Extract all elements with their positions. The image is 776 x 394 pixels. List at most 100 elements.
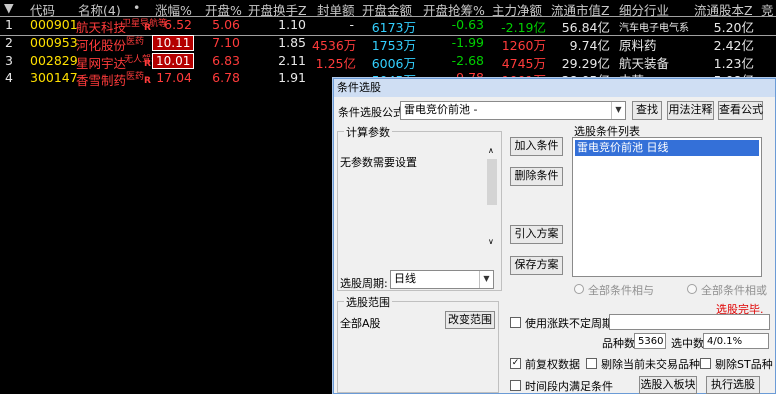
change-range-button[interactable]: 改变范围 <box>445 311 495 329</box>
open-pct: 5.06 <box>212 17 240 32</box>
formula-value: 雷电竞价前池 - <box>404 103 478 116</box>
float-cap: 9.74亿 <box>569 38 610 53</box>
period-label: 选股周期: <box>340 277 388 290</box>
fq-label: 前复权数据 <box>525 358 580 371</box>
open-turnover: 1.85 <box>278 35 306 50</box>
period-satisfy-checkbox[interactable] <box>510 380 521 391</box>
period-select[interactable]: 日线 ▼ <box>390 270 494 289</box>
sort-arrow-icon[interactable]: ▼ <box>4 0 14 15</box>
uncertain-period-checkbox[interactable] <box>510 317 521 328</box>
to-board-button[interactable]: 选股入板块 <box>639 376 697 394</box>
row-index: 1 <box>5 17 13 32</box>
condition-select-dialog: 条件选股 条件选股公式 雷电竞价前池 - ▼ 查找 用法注释 查看公式 计算参数… <box>333 78 776 394</box>
stock-name: 香雪制药 <box>76 73 127 88</box>
calc-params-title: 计算参数 <box>344 124 392 140</box>
del-untraded-checkbox[interactable] <box>586 358 597 369</box>
concept-tag: 医药 <box>126 72 145 82</box>
calc-params-group: 计算参数 无参数需要设置 ∧ ∨ 选股周期: 日线 ▼ <box>337 124 502 291</box>
float-shares: 2.42亿 <box>713 38 754 53</box>
chevron-up-icon[interactable]: ∧ <box>488 146 494 155</box>
open-turnover: 1.91 <box>278 70 306 85</box>
r-badge: R <box>144 23 151 33</box>
open-pct: 7.10 <box>212 35 240 50</box>
seal-amount: - <box>349 17 354 32</box>
save-scheme-button[interactable]: 保存方案 <box>510 256 563 275</box>
and-radio[interactable] <box>574 284 584 294</box>
change-pct: 6.52 <box>164 17 192 32</box>
net-amount: 1260万 <box>501 38 546 53</box>
change-pct: 10.11 <box>152 35 195 51</box>
uncertain-period-label: 使用涨跌不定周期 <box>525 317 613 330</box>
industry: 原料药 <box>619 38 657 53</box>
selected-value: 4/0.1% <box>707 336 743 347</box>
chevron-down-icon[interactable]: ▼ <box>479 271 493 288</box>
uncertain-period-input[interactable] <box>609 314 770 330</box>
count-value-box: 5360 <box>634 333 666 349</box>
table-row[interactable]: 2 000953 河化股份 医药 10.11 7.10 1.85 4536万 1… <box>0 35 776 53</box>
and-label: 全部条件相与 <box>588 284 654 297</box>
selected-value-box: 4/0.1% <box>703 333 769 349</box>
add-condition-button[interactable]: 加入条件 <box>510 137 563 156</box>
formula-label: 条件选股公式 <box>338 106 404 119</box>
execute-button[interactable]: 执行选股 <box>706 376 760 394</box>
condition-list-item[interactable]: 雷电竞价前池 日线 <box>575 140 759 156</box>
count-label: 品种数 <box>602 337 635 350</box>
stock-name: 河化股份 <box>76 38 127 53</box>
table-row[interactable]: 1 000901 航天科技 卫星导航等 R 6.52 5.06 1.10 - 6… <box>0 16 776 36</box>
open-grab: -1.99 <box>451 35 484 50</box>
row-index: 2 <box>5 35 13 50</box>
stock-code: 000901 <box>30 17 78 32</box>
del-st-checkbox[interactable] <box>700 358 711 369</box>
row-index: 4 <box>5 70 13 85</box>
view-formula-button[interactable]: 查看公式 <box>718 101 763 120</box>
scroll-thumb[interactable] <box>487 159 497 205</box>
industry: 汽车电子电气系 <box>619 23 689 34</box>
open-grab: -2.68 <box>451 53 484 68</box>
open-amount: 1753万 <box>371 38 416 53</box>
col-dot[interactable]: • <box>133 0 140 15</box>
stock-code: 002829 <box>30 53 78 68</box>
r-badge: R <box>144 76 151 86</box>
chevron-down-icon[interactable]: ∨ <box>488 237 494 246</box>
fq-checkbox[interactable]: ✓ <box>510 358 521 369</box>
import-scheme-button[interactable]: 引入方案 <box>510 225 563 244</box>
open-amount: 6173万 <box>371 20 416 35</box>
delete-condition-button[interactable]: 删除条件 <box>510 167 563 186</box>
float-cap: 56.84亿 <box>561 20 610 35</box>
range-group: 选股范围 全部A股 改变范围 <box>337 294 499 393</box>
chevron-down-icon[interactable]: ▼ <box>611 102 625 119</box>
range-value: 全部A股 <box>340 317 381 330</box>
stock-name: 航天科技 <box>76 20 127 35</box>
table-row[interactable]: 3 002829 星网宇达 无人驾驶 R 10.01 6.83 2.11 1.2… <box>0 53 776 71</box>
stock-code: 300147 <box>30 70 78 85</box>
del-st-label: 剔除ST品种 <box>715 358 773 371</box>
open-pct: 6.83 <box>212 53 240 68</box>
formula-combo[interactable]: 雷电竞价前池 - ▼ <box>400 101 626 120</box>
range-title: 选股范围 <box>344 294 392 310</box>
find-button[interactable]: 查找 <box>632 101 662 120</box>
open-turnover: 1.10 <box>278 17 306 32</box>
selected-label: 选中数 <box>671 337 704 350</box>
change-pct: 17.04 <box>156 70 192 85</box>
seal-amount: 4536万 <box>312 38 357 53</box>
change-pct: 10.01 <box>152 53 195 69</box>
r-badge: R <box>144 59 151 69</box>
open-turnover: 2.11 <box>278 53 306 68</box>
or-label: 全部条件相或 <box>701 284 767 297</box>
condition-list[interactable]: 雷电竞价前池 日线 <box>572 137 762 277</box>
row-index: 3 <box>5 53 13 68</box>
table-header: ▼ 代码 名称(4) • 涨幅% 开盘% 开盘换手Z 封单额 开盘金额 开盘抢筹… <box>0 0 776 18</box>
concept-tag: 医药 <box>126 37 145 47</box>
count-value: 5360 <box>638 336 664 347</box>
del-untraded-label: 剔除当前未交易品种 <box>601 358 700 371</box>
net-amount: -2.19亿 <box>501 20 546 35</box>
open-grab: -0.63 <box>451 17 484 32</box>
params-scrollbar[interactable]: ∧ ∨ <box>486 146 498 246</box>
float-shares: 5.20亿 <box>713 20 754 35</box>
usage-note-button[interactable]: 用法注释 <box>667 101 714 120</box>
stock-code: 000953 <box>30 35 78 50</box>
or-radio[interactable] <box>687 284 697 294</box>
period-value: 日线 <box>394 272 416 285</box>
dialog-title[interactable]: 条件选股 <box>334 79 775 97</box>
open-pct: 6.78 <box>212 70 240 85</box>
